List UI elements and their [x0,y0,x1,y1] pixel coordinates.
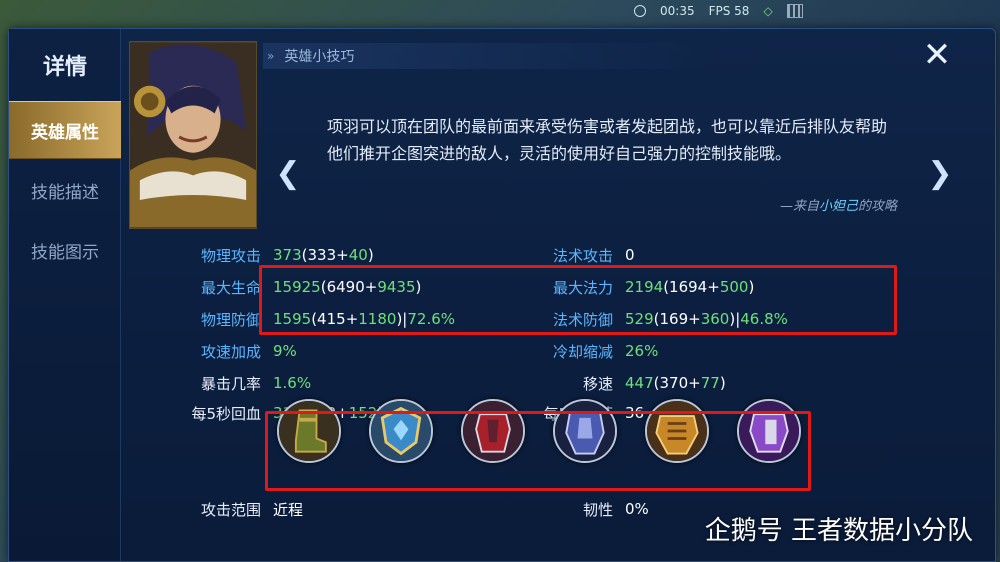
stat-value: 9% [273,342,297,360]
status-bar: 00:35 FPS 58 ◇ [620,0,1000,22]
prev-tip-button[interactable]: ❮ [273,153,303,193]
stat-label: 每5秒回血 [191,404,261,423]
status-fps: FPS 58 [708,4,750,18]
stat-value: 近程 [273,500,304,519]
chevron-right-icon: » [267,49,275,63]
stat-label: 最大生命 [200,278,261,297]
stat-label: 暴击几率 [200,374,261,393]
tips-header-label: 英雄小技巧 [284,49,355,65]
stat-value: 26% [625,342,659,360]
stat-label: 物理防御 [200,310,261,329]
grid-icon [786,4,803,18]
stat-magic-attack: 法术攻击 0 [535,243,635,267]
watermark: 企鹅号 王者数据小分队 [705,510,973,547]
stat-attack-speed: 攻速加成 9% [183,339,297,363]
tip-source-author[interactable]: 小妲己 [819,199,858,214]
stat-value: 373(333+40) [273,246,374,264]
stat-label: 攻速加成 [200,342,261,361]
close-button[interactable]: ✕ [919,37,955,73]
wifi-icon: ◇ [763,4,773,18]
tip-source-suffix: 的攻略 [857,199,897,214]
chevron-right-icon: ❯ [927,155,953,191]
tab-skill-description[interactable]: 技能描述 [9,161,121,219]
tips-header: » 英雄小技巧 [263,43,903,69]
stat-label: 物理攻击 [200,246,261,265]
tip-source-prefix: —来自 [779,199,819,214]
clock-icon [634,5,646,17]
sidebar: 详情 英雄属性 技能描述 技能图示 [9,29,121,561]
next-tip-button[interactable]: ❯ [925,153,955,193]
close-icon: ✕ [922,35,952,75]
tab-skill-diagram[interactable]: 技能图示 [9,221,121,279]
highlight-box-equipment [265,411,811,491]
stat-label: 冷却缩减 [552,342,613,361]
stat-cooldown: 冷却缩减 26% [535,339,658,363]
stat-value: 0 [625,246,635,264]
highlight-box-stats [259,265,897,335]
stat-attack-range: 攻击范围 近程 [183,497,303,521]
stat-label: 法术攻击 [552,246,613,265]
stat-value: 0% [625,500,649,518]
tip-source: —来自小妲己的攻略 [780,195,897,214]
hero-portrait-image [130,42,256,228]
chevron-left-icon: ❮ [275,155,301,191]
stat-label: 攻击范围 [200,500,261,519]
sidebar-title: 详情 [42,55,87,80]
tip-text: 项羽可以顶在团队的最前面来承受伤害或者发起团战，也可以靠近后排队友帮助他们推开企… [327,117,888,163]
watermark-text: 企鹅号 王者数据小分队 [704,516,973,546]
hero-portrait [129,41,257,229]
stat-physical-attack: 物理攻击 373(333+40) [183,243,374,267]
tab-hero-attributes[interactable]: 英雄属性 [9,101,121,159]
stat-tenacity: 韧性 0% [535,497,649,521]
status-time: 00:35 [660,4,695,18]
hero-detail-panel: 详情 英雄属性 技能描述 技能图示 ✕ » 英雄小技巧 ❮ ❯ 项羽可以顶在团队… [8,28,996,562]
stat-label: 韧性 [582,500,613,519]
